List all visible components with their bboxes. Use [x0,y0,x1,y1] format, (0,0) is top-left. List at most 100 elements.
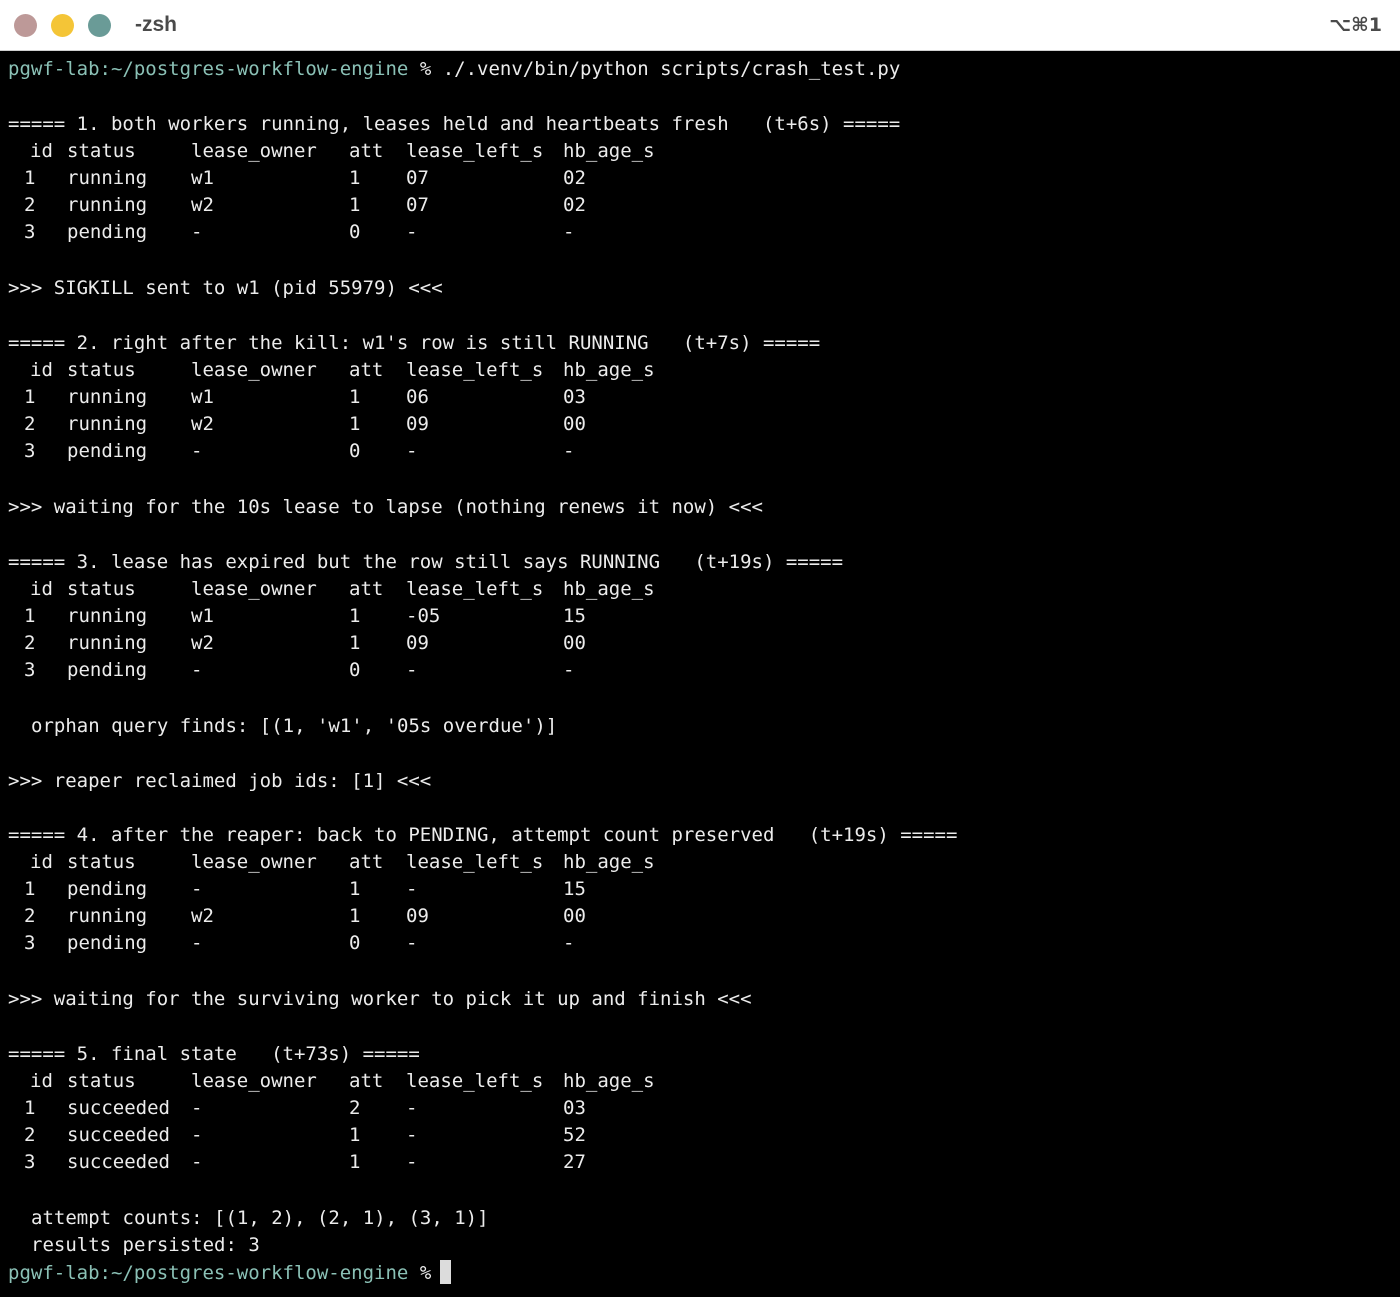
cell-lease-owner: w2 [191,194,214,216]
title-bar: -zsh ⌥⌘1 [0,0,1400,51]
cell-att: 2 [349,1097,361,1119]
cell-lease-owner: - [191,1097,203,1119]
column-header-att: att [349,140,384,162]
cell-lease-owner: w1 [191,167,214,189]
waiting-lease-message: >>> waiting for the 10s lease to lapse (… [8,496,763,518]
column-header-status: status [67,851,136,873]
section-4-heading: ===== 4. after the reaper: back to PENDI… [8,824,958,846]
prompt-path: :~/postgres-workflow-engine [99,58,409,80]
terminal-output[interactable]: pgwf-lab:~/postgres-workflow-engine % ./… [0,56,1400,1297]
cell-hb-age-s: - [563,440,575,462]
cell-id: 3 [24,1151,36,1173]
cell-lease-owner: w2 [191,632,214,654]
reaper-message: >>> reaper reclaimed job ids: [1] <<< [8,770,432,792]
cell-lease-left-s: - [406,1124,418,1146]
column-header-hb-age-s: hb_age_s [563,1070,655,1092]
column-header-id: id [30,1070,53,1092]
cell-lease-owner: - [191,878,203,900]
section-3-heading: ===== 3. lease has expired but the row s… [8,551,844,573]
cell-id: 3 [24,932,36,954]
cell-lease-owner: - [191,221,203,243]
cell-lease-left-s: 09 [406,413,429,435]
cell-att: 1 [349,605,361,627]
table-row: 3 pending - 0 - - [0,930,800,957]
column-header-id: id [30,140,53,162]
minimize-button[interactable] [51,14,74,37]
cell-lease-owner: w1 [191,386,214,408]
column-header-att: att [349,851,384,873]
cell-lease-left-s: 09 [406,632,429,654]
window-shortcut: ⌥⌘1 [1329,14,1382,36]
prompt-symbol: % [419,58,432,80]
results-persisted: results persisted: 3 [31,1234,260,1256]
terminal-window: -zsh ⌥⌘1 pgwf-lab:~/postgres-workflow-en… [0,0,1400,1297]
cell-lease-owner: w2 [191,905,214,927]
cell-lease-left-s: 06 [406,386,429,408]
close-button[interactable] [14,14,37,37]
cell-id: 2 [24,1124,36,1146]
cell-lease-owner: - [191,659,203,681]
section-1-heading: ===== 1. both workers running, leases he… [8,113,901,135]
cell-att: 1 [349,878,361,900]
cell-status: pending [67,440,148,462]
cell-hb-age-s: 02 [563,167,586,189]
table-row: 3 pending - 0 - - [0,438,800,465]
cell-lease-left-s: - [406,221,418,243]
column-header-hb-age-s: hb_age_s [563,140,655,162]
table-row: 2 running w2 1 07 02 [0,192,800,219]
cell-att: 1 [349,1151,361,1173]
cell-hb-age-s: 52 [563,1124,586,1146]
cell-id: 2 [24,905,36,927]
column-header-hb-age-s: hb_age_s [563,578,655,600]
column-header-att: att [349,1070,384,1092]
cell-att: 1 [349,167,361,189]
cell-status: running [67,167,148,189]
cell-id: 2 [24,632,36,654]
cell-hb-age-s: 00 [563,905,586,927]
prompt-path: :~/postgres-workflow-engine [99,1262,409,1284]
cell-lease-left-s: - [406,1151,418,1173]
table-row: 2 running w2 1 09 00 [0,903,800,930]
cell-status: succeeded [67,1151,170,1173]
cell-lease-owner: w1 [191,605,214,627]
cell-att: 0 [349,932,361,954]
column-header-status: status [67,140,136,162]
cell-att: 0 [349,221,361,243]
table-row: 2 running w2 1 09 00 [0,411,800,438]
window-title: -zsh [135,13,177,36]
column-header-lease-left-s: lease_left_s [406,140,544,162]
cell-att: 0 [349,440,361,462]
zoom-button[interactable] [88,14,111,37]
table-3: id status lease_owner att lease_left_s hb_age… [0,576,800,684]
table-row: 1 running w1 1 06 03 [0,384,800,411]
column-header-lease-owner: lease_owner [191,140,317,162]
cell-id: 3 [24,221,36,243]
cell-lease-owner: - [191,1124,203,1146]
table-row: 1 running w1 1 07 02 [0,165,800,192]
prompt-symbol: % [419,1262,432,1284]
cell-att: 1 [349,386,361,408]
sigkill-message: >>> SIGKILL sent to w1 (pid 55979) <<< [8,277,443,299]
cell-id: 1 [24,605,36,627]
cell-lease-left-s: - [406,878,418,900]
cell-hb-age-s: - [563,659,575,681]
cell-status: running [67,905,148,927]
cell-hb-age-s: 03 [563,386,586,408]
text-cursor [440,1260,452,1284]
table-4: id status lease_owner att lease_left_s hb_age… [0,849,800,957]
table-2: id status lease_owner att lease_left_s hb_age… [0,357,800,465]
cell-hb-age-s: 02 [563,194,586,216]
table-row: 1 running w1 1 -05 15 [0,603,800,630]
table-row: 2 running w2 1 09 00 [0,630,800,657]
cell-att: 1 [349,1124,361,1146]
section-2-heading: ===== 2. right after the kill: w1's row … [8,332,821,354]
table-row: 3 succeeded -1-27 [0,1149,800,1176]
cell-hb-age-s: 27 [563,1151,586,1173]
column-header-lease-owner: lease_owner [191,359,317,381]
cell-att: 1 [349,413,361,435]
column-header-status: status [67,578,136,600]
table-row: 2 succeeded -1-52 [0,1122,800,1149]
cell-hb-age-s: 15 [563,605,586,627]
cell-status: running [67,194,148,216]
cell-id: 3 [24,659,36,681]
